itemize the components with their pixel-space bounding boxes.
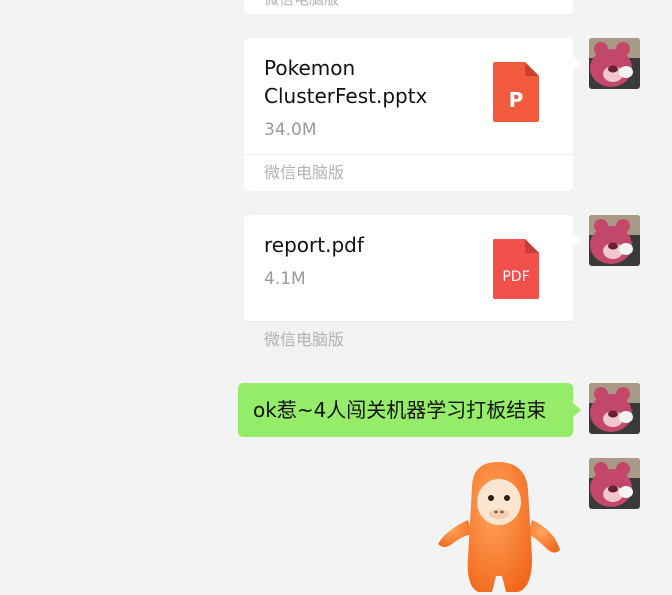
- pptx-file-icon: P: [493, 62, 539, 126]
- message-text: ok惹~4人闯关机器学习打板结束: [253, 398, 547, 422]
- partial-file-card[interactable]: 微信电脑版: [244, 0, 573, 14]
- avatar[interactable]: [589, 38, 640, 89]
- pptx-icon-letter: P: [509, 88, 524, 112]
- file-message-pdf[interactable]: report.pdf 4.1M PDF 微信电脑版: [244, 215, 581, 358]
- source-label: 微信电脑版: [244, 321, 573, 358]
- file-name: Pokemon ClusterFest.pptx: [264, 56, 428, 108]
- source-label: 微信电脑版: [244, 154, 573, 191]
- pdf-file-icon: PDF: [493, 239, 539, 303]
- avatar[interactable]: [589, 458, 640, 509]
- avatar[interactable]: [589, 215, 640, 266]
- file-size: 4.1M: [264, 269, 306, 289]
- chat-message-area: 微信电脑版 Pokemon ClusterFest.pptx 34.0M P 微…: [0, 0, 672, 595]
- orange-monkey-sticker[interactable]: [432, 458, 567, 595]
- pdf-icon-label: PDF: [502, 269, 529, 285]
- file-name: report.pdf: [264, 233, 364, 257]
- file-message-pptx[interactable]: Pokemon ClusterFest.pptx 34.0M P 微信电脑版: [244, 38, 581, 191]
- source-label: 微信电脑版: [264, 0, 339, 9]
- file-size: 34.0M: [264, 120, 317, 140]
- text-message-bubble[interactable]: ok惹~4人闯关机器学习打板结束: [238, 383, 581, 437]
- avatar[interactable]: [589, 383, 640, 434]
